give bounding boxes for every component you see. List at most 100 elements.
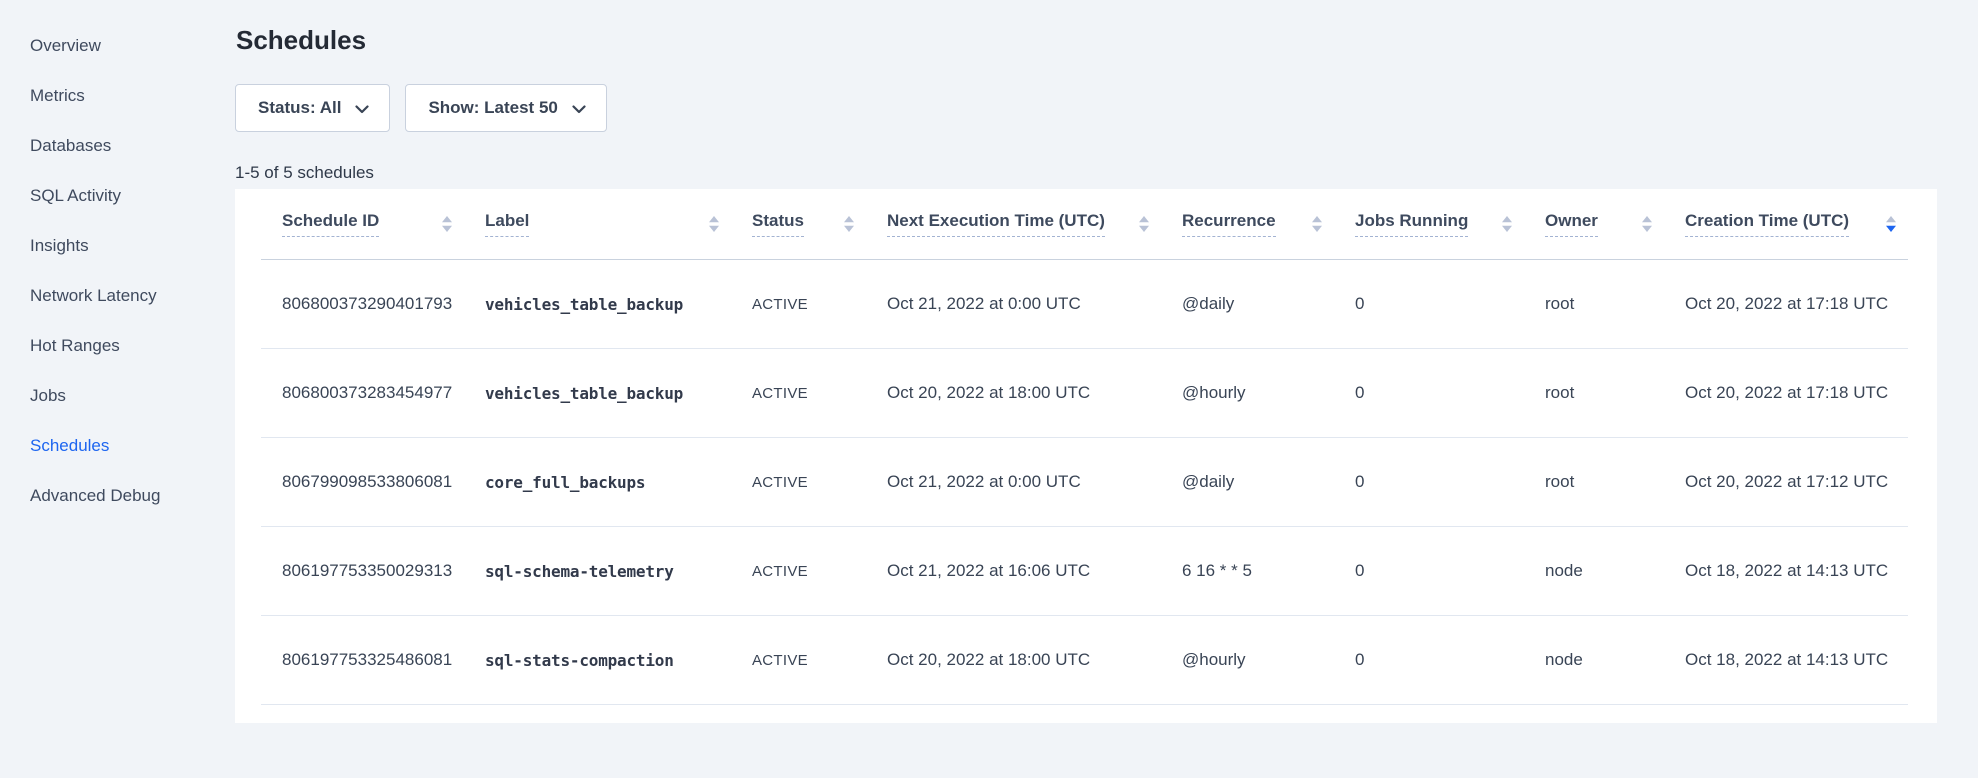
status-filter-label: Status: All xyxy=(258,98,341,118)
main-content: Schedules Status: All Show: Latest 50 1-… xyxy=(235,0,1937,723)
status-filter-dropdown[interactable]: Status: All xyxy=(235,84,390,132)
cell-status: ACTIVE xyxy=(731,349,866,438)
column-header-jobs-running[interactable]: Jobs Running xyxy=(1334,189,1524,260)
cell-owner: node xyxy=(1524,527,1664,616)
column-header-status[interactable]: Status xyxy=(731,189,866,260)
cell-owner: root xyxy=(1524,349,1664,438)
column-header-label: Owner xyxy=(1545,211,1598,237)
cell-jobs-running: 0 xyxy=(1334,349,1524,438)
sidebar-item-jobs[interactable]: Jobs xyxy=(0,371,222,421)
show-filter-label: Show: Latest 50 xyxy=(428,98,557,118)
sort-icon[interactable] xyxy=(709,216,719,232)
cell-status: ACTIVE xyxy=(731,438,866,527)
sidebar-item-databases[interactable]: Databases xyxy=(0,121,222,171)
sidebar-item-label: Hot Ranges xyxy=(30,336,120,356)
sidebar-item-label: Databases xyxy=(30,136,111,156)
cell-schedule-id: 806800373283454977 xyxy=(261,349,464,438)
cell-schedule-id: 806197753350029313 xyxy=(261,527,464,616)
cell-next-execution: Oct 20, 2022 at 18:00 UTC xyxy=(866,349,1161,438)
cell-jobs-running: 0 xyxy=(1334,438,1524,527)
cell-next-execution: Oct 21, 2022 at 16:06 UTC xyxy=(866,527,1161,616)
sidebar-item-label: SQL Activity xyxy=(30,186,121,206)
sidebar-item-sql-activity[interactable]: SQL Activity xyxy=(0,171,222,221)
cell-label: vehicles_table_backup xyxy=(464,260,731,349)
cell-creation-time: Oct 18, 2022 at 14:13 UTC xyxy=(1664,616,1908,705)
sidebar-item-label: Network Latency xyxy=(30,286,157,306)
sidebar-item-label: Overview xyxy=(30,36,101,56)
cell-recurrence: 6 16 * * 5 xyxy=(1161,527,1334,616)
sidebar-item-label: Advanced Debug xyxy=(30,486,160,506)
cell-creation-time: Oct 20, 2022 at 17:12 UTC xyxy=(1664,438,1908,527)
sidebar-item-label: Jobs xyxy=(30,386,66,406)
cell-label: sql-stats-compaction xyxy=(464,616,731,705)
chevron-down-icon xyxy=(355,105,369,114)
chevron-down-icon xyxy=(572,105,586,114)
sidebar-item-network-latency[interactable]: Network Latency xyxy=(0,271,222,321)
column-header-schedule-id[interactable]: Schedule ID xyxy=(261,189,464,260)
column-header-recurrence[interactable]: Recurrence xyxy=(1161,189,1334,260)
cell-schedule-id: 806799098533806081 xyxy=(261,438,464,527)
cell-creation-time: Oct 20, 2022 at 17:18 UTC xyxy=(1664,260,1908,349)
cell-owner: root xyxy=(1524,260,1664,349)
cell-creation-time: Oct 18, 2022 at 14:13 UTC xyxy=(1664,527,1908,616)
column-header-label: Label xyxy=(485,211,529,237)
table-row: 806799098533806081core_full_backupsACTIV… xyxy=(261,438,1908,527)
cell-jobs-running: 0 xyxy=(1334,527,1524,616)
sort-icon[interactable] xyxy=(1502,216,1512,232)
column-header-label: Schedule ID xyxy=(282,211,379,237)
cell-status: ACTIVE xyxy=(731,260,866,349)
column-header-label: Creation Time (UTC) xyxy=(1685,211,1849,237)
cell-schedule-id: 806800373290401793 xyxy=(261,260,464,349)
cell-recurrence: @hourly xyxy=(1161,349,1334,438)
sort-icon[interactable] xyxy=(1312,216,1322,232)
column-header-next-execution-time-utc[interactable]: Next Execution Time (UTC) xyxy=(866,189,1161,260)
sidebar-nav: Overview Metrics Databases SQL Activity Insi… xyxy=(0,21,222,521)
sidebar-item-schedules[interactable]: Schedules xyxy=(0,421,222,471)
column-header-creation-time-utc[interactable]: Creation Time (UTC) xyxy=(1664,189,1908,260)
sort-icon[interactable] xyxy=(1886,216,1896,232)
cell-jobs-running: 0 xyxy=(1334,260,1524,349)
column-header-label: Recurrence xyxy=(1182,211,1276,237)
cell-next-execution: Oct 20, 2022 at 18:00 UTC xyxy=(866,616,1161,705)
sidebar-item-metrics[interactable]: Metrics xyxy=(0,71,222,121)
cell-label: vehicles_table_backup xyxy=(464,349,731,438)
cell-next-execution: Oct 21, 2022 at 0:00 UTC xyxy=(866,260,1161,349)
sidebar-item-advanced-debug[interactable]: Advanced Debug xyxy=(0,471,222,521)
column-header-label: Status xyxy=(752,211,804,237)
schedules-table-card: Schedule ID Label Status Next Execution … xyxy=(235,189,1937,723)
sort-icon[interactable] xyxy=(844,216,854,232)
sort-icon[interactable] xyxy=(1642,216,1652,232)
cell-label: core_full_backups xyxy=(464,438,731,527)
sort-icon[interactable] xyxy=(1139,216,1149,232)
cell-owner: root xyxy=(1524,438,1664,527)
cell-recurrence: @daily xyxy=(1161,438,1334,527)
column-header-label: Next Execution Time (UTC) xyxy=(887,211,1105,237)
cell-jobs-running: 0 xyxy=(1334,616,1524,705)
sort-icon[interactable] xyxy=(442,216,452,232)
sidebar-item-label: Metrics xyxy=(30,86,85,106)
cell-status: ACTIVE xyxy=(731,527,866,616)
sidebar-item-label: Schedules xyxy=(30,436,109,456)
schedules-table: Schedule ID Label Status Next Execution … xyxy=(261,189,1908,705)
table-row: 806197753325486081sql-stats-compactionAC… xyxy=(261,616,1908,705)
sidebar-item-overview[interactable]: Overview xyxy=(0,21,222,71)
results-count: 1-5 of 5 schedules xyxy=(235,163,1937,183)
cell-owner: node xyxy=(1524,616,1664,705)
sidebar-item-hot-ranges[interactable]: Hot Ranges xyxy=(0,321,222,371)
table-header-row: Schedule ID Label Status Next Execution … xyxy=(261,189,1908,260)
table-row: 806800373283454977vehicles_table_backupA… xyxy=(261,349,1908,438)
table-row: 806800373290401793vehicles_table_backupA… xyxy=(261,260,1908,349)
cell-label: sql-schema-telemetry xyxy=(464,527,731,616)
sidebar-item-insights[interactable]: Insights xyxy=(0,221,222,271)
table-row: 806197753350029313sql-schema-telemetryAC… xyxy=(261,527,1908,616)
cell-schedule-id: 806197753325486081 xyxy=(261,616,464,705)
filters-bar: Status: All Show: Latest 50 xyxy=(235,84,1937,132)
cell-status: ACTIVE xyxy=(731,616,866,705)
page-title: Schedules xyxy=(236,24,1937,56)
cell-recurrence: @daily xyxy=(1161,260,1334,349)
show-filter-dropdown[interactable]: Show: Latest 50 xyxy=(405,84,606,132)
column-header-label[interactable]: Label xyxy=(464,189,731,260)
cell-next-execution: Oct 21, 2022 at 0:00 UTC xyxy=(866,438,1161,527)
table-body: 806800373290401793vehicles_table_backupA… xyxy=(261,260,1908,705)
column-header-owner[interactable]: Owner xyxy=(1524,189,1664,260)
